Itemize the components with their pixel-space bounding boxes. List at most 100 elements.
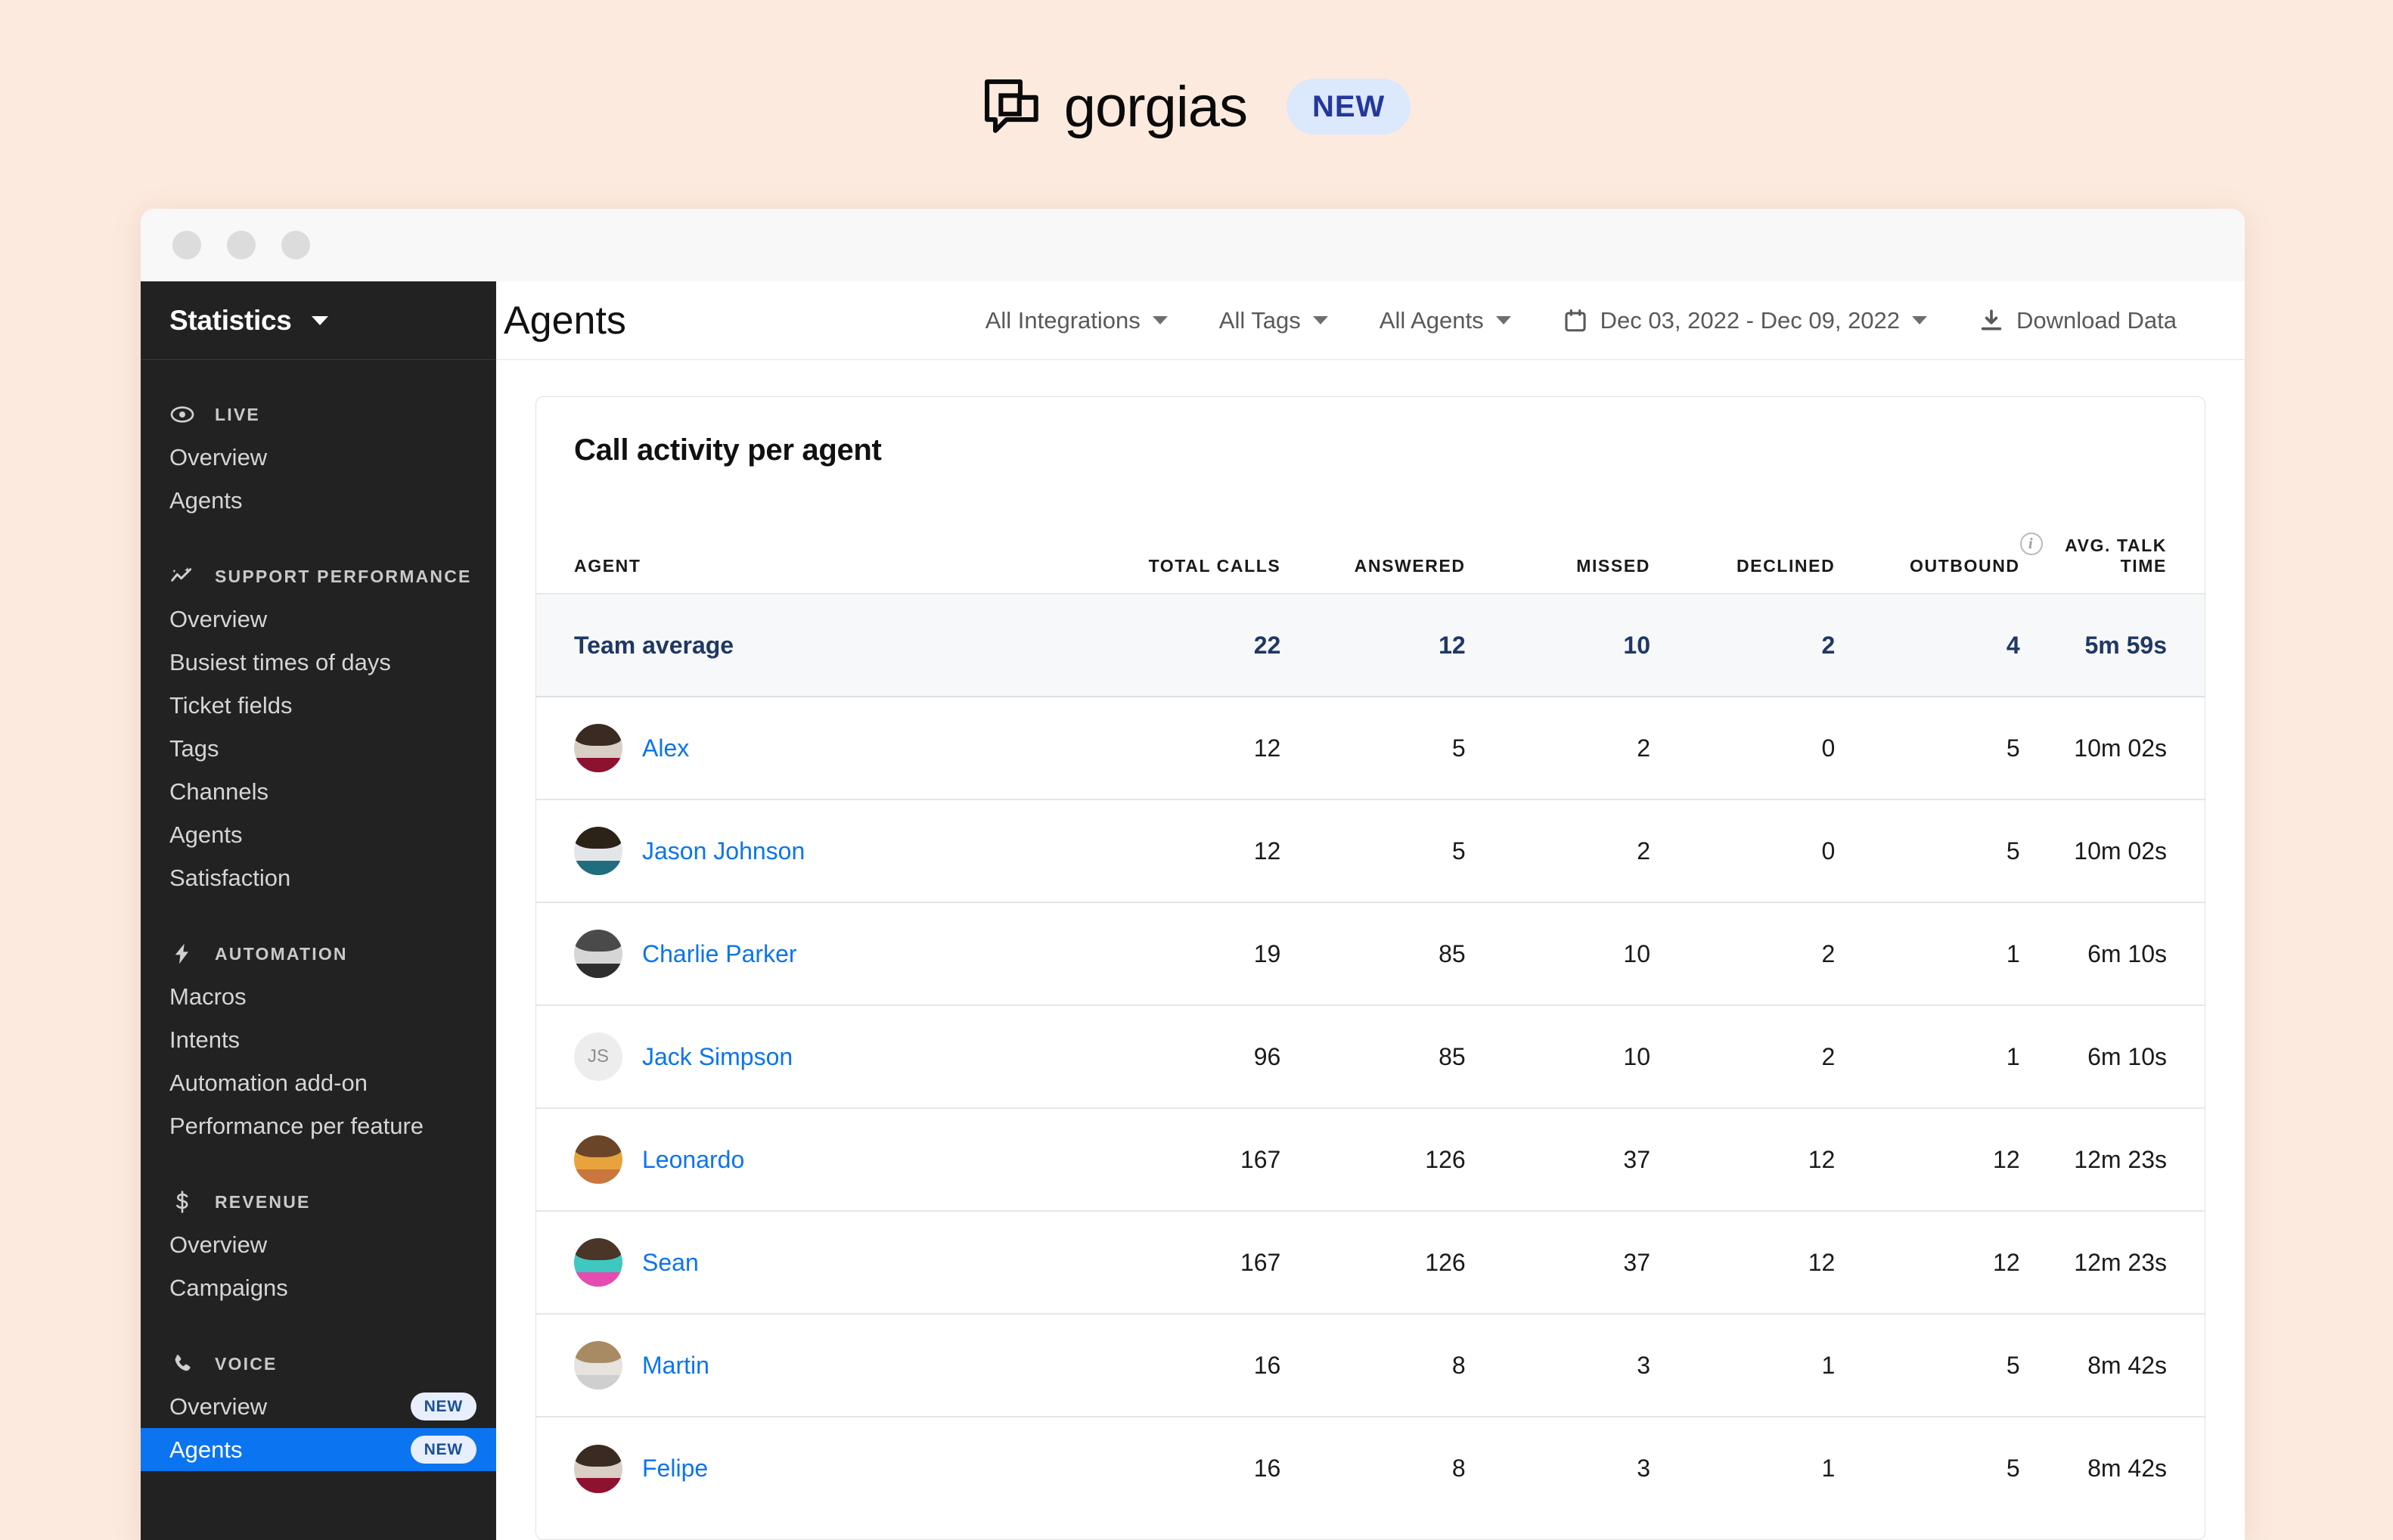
- cell-answered: 126: [1280, 1210, 1466, 1314]
- sidebar-item-agents[interactable]: Agents NEW: [141, 1428, 496, 1471]
- info-icon[interactable]: i: [2019, 532, 2043, 555]
- phone-icon: [170, 1352, 194, 1376]
- agent-name-link[interactable]: Felipe: [642, 1455, 708, 1483]
- sidebar-section-label: AUTOMATION: [215, 943, 348, 964]
- table-row[interactable]: Martin 16 8 3 1 5 8m 42s: [536, 1313, 2205, 1417]
- sidebar-item-label: Intents: [169, 1026, 241, 1053]
- sidebar-item-automation-add-on[interactable]: Automation add-on: [141, 1061, 496, 1104]
- filter-label: Download Data: [2016, 306, 2177, 334]
- sidebar-section-label: REVENUE: [215, 1191, 311, 1212]
- sidebar-item-macros[interactable]: Macros: [141, 975, 496, 1018]
- sidebar-section-header: LIVE: [141, 393, 496, 436]
- sidebar-item-ticket-fields[interactable]: Ticket fields: [141, 684, 496, 727]
- agent-name-link[interactable]: Martin: [642, 1352, 709, 1380]
- sidebar-item-tags[interactable]: Tags: [141, 727, 496, 770]
- cell-declined: 1: [1650, 1313, 1836, 1417]
- column-header-avg-talk-time: i AVG. TALK TIME: [2019, 467, 2205, 594]
- sidebar-item-overview[interactable]: Overview: [141, 1223, 496, 1266]
- sidebar-item-agents[interactable]: Agents: [141, 813, 496, 856]
- table-header: AGENT TOTAL CALLS ANSWERED MISSED DECLINED OU…: [536, 467, 2205, 594]
- filter-download-data[interactable]: Download Data: [1953, 307, 2202, 334]
- sidebar-item-performance-per-feature[interactable]: Performance per feature: [141, 1104, 496, 1147]
- sidebar-item-overview[interactable]: Overview: [141, 436, 496, 479]
- sidebar-item-overview[interactable]: Overview: [141, 598, 496, 641]
- cell-missed: 3: [1465, 1416, 1650, 1520]
- table-row[interactable]: Sean 167 126 37 12 12 12m 23s: [536, 1210, 2205, 1314]
- close-dot-icon[interactable]: [172, 231, 201, 259]
- sidebar-section-automation: AUTOMATION Macros Intents Automation add-on…: [141, 899, 496, 1147]
- team-average-avg-talk-time: 5m 59s: [2019, 593, 2205, 697]
- trend-sparkle-icon: [169, 564, 195, 589]
- cell-outbound: 1: [1835, 902, 2020, 1005]
- cell-answered: 85: [1280, 902, 1466, 1005]
- agent-cell: Felipe: [536, 1416, 1096, 1520]
- sidebar-item-busiest-times-of-days[interactable]: Busiest times of days: [141, 641, 496, 684]
- sidebar-section-header: SUPPORT PERFORMANCE: [141, 555, 496, 598]
- topbar: Agents All Integrations All Tags All Agent…: [496, 281, 2245, 360]
- agent-cell: Charlie Parker: [536, 902, 1096, 1005]
- window-titlebar: [141, 209, 2245, 281]
- sidebar-item-agents[interactable]: Agents: [141, 479, 496, 522]
- sidebar-section-header: AUTOMATION: [141, 933, 496, 975]
- sidebar-item-overview[interactable]: Overview NEW: [141, 1385, 496, 1428]
- cell-missed: 37: [1465, 1210, 1650, 1314]
- column-header-outbound: OUTBOUND: [1909, 556, 2020, 576]
- sidebar-item-satisfaction[interactable]: Satisfaction: [141, 856, 496, 899]
- filter-toolbar: All Integrations All Tags All Agents Dec 03…: [960, 307, 2202, 334]
- agent-name-link[interactable]: Leonardo: [642, 1146, 744, 1174]
- filter-label: All Integrations: [985, 306, 1141, 334]
- sidebar-item-new-badge: NEW: [410, 1393, 476, 1420]
- sidebar-item-label: Agents: [169, 1436, 243, 1463]
- cell-total-calls: 16: [1096, 1313, 1281, 1417]
- table-row[interactable]: Felipe 16 8 3 1 5 8m 42s: [536, 1416, 2205, 1520]
- cell-outbound: 1: [1835, 1004, 2020, 1108]
- agent-name-link[interactable]: Sean: [642, 1249, 699, 1277]
- dollar-sign-icon: [169, 1189, 195, 1215]
- minimize-dot-icon[interactable]: [227, 231, 256, 259]
- page-title: Agents: [504, 298, 626, 343]
- filter-all-tags[interactable]: All Tags: [1193, 307, 1354, 334]
- agent-name-link[interactable]: Jason Johnson: [642, 837, 805, 865]
- agent-name-link[interactable]: Charlie Parker: [642, 940, 797, 968]
- sidebar-item-campaigns[interactable]: Campaigns: [141, 1266, 496, 1309]
- cell-total-calls: 167: [1096, 1107, 1281, 1211]
- sidebar-item-label: Overview: [169, 443, 268, 470]
- cell-answered: 8: [1280, 1313, 1466, 1417]
- sidebar-item-label: Performance per feature: [169, 1112, 424, 1139]
- cell-total-calls: 19: [1096, 902, 1281, 1005]
- sidebar-title-dropdown[interactable]: Statistics: [141, 281, 496, 360]
- live-dot-icon: [170, 402, 194, 427]
- table-row[interactable]: Alex 12 5 2 0 5 10m 02s: [536, 696, 2205, 799]
- table-row[interactable]: JS Jack Simpson 96 85 10 2 1 6m 10s: [536, 1004, 2205, 1108]
- cell-total-calls: 12: [1096, 696, 1281, 799]
- maximize-dot-icon[interactable]: [281, 231, 310, 259]
- sidebar-item-label: Campaigns: [169, 1274, 288, 1301]
- agent-cell: Leonardo: [536, 1107, 1096, 1211]
- column-header-total-calls: TOTAL CALLS: [1148, 556, 1281, 576]
- table-row[interactable]: Leonardo 167 126 37 12 12 12m 23s: [536, 1107, 2205, 1211]
- cell-missed: 2: [1465, 799, 1650, 902]
- cell-avg-talk-time: 12m 23s: [2019, 1210, 2205, 1314]
- team-average-missed: 10: [1465, 593, 1650, 697]
- avatar: JS: [574, 1032, 622, 1081]
- filter-dec-03-2022-dec-09-2022[interactable]: Dec 03, 2022 - Dec 09, 2022: [1537, 307, 1953, 334]
- cell-answered: 126: [1280, 1107, 1466, 1211]
- sidebar-title: Statistics: [169, 304, 292, 336]
- agent-cell: Martin: [536, 1313, 1096, 1417]
- agent-name-link[interactable]: Alex: [642, 734, 689, 762]
- agent-name-link[interactable]: Jack Simpson: [642, 1043, 793, 1071]
- filter-all-integrations[interactable]: All Integrations: [960, 307, 1193, 334]
- table-row[interactable]: Jason Johnson 12 5 2 0 5 10m 02s: [536, 799, 2205, 902]
- cell-outbound: 5: [1835, 696, 2020, 799]
- sidebar-item-channels[interactable]: Channels: [141, 770, 496, 813]
- sidebar-item-intents[interactable]: Intents: [141, 1018, 496, 1061]
- table-row[interactable]: Charlie Parker 19 85 10 2 1 6m 10s: [536, 902, 2205, 1005]
- sidebar-item-label: Automation add-on: [169, 1069, 368, 1096]
- cell-total-calls: 12: [1096, 799, 1281, 902]
- filter-all-agents[interactable]: All Agents: [1354, 307, 1537, 334]
- app-window: Statistics LIVE Overview Agents SUPPORT PER…: [141, 209, 2245, 1540]
- sidebar-item-label: Channels: [169, 778, 268, 805]
- phone-icon: [169, 1351, 195, 1377]
- sidebar-item-label: Busiest times of days: [169, 648, 391, 675]
- team-average-declined: 2: [1650, 593, 1836, 697]
